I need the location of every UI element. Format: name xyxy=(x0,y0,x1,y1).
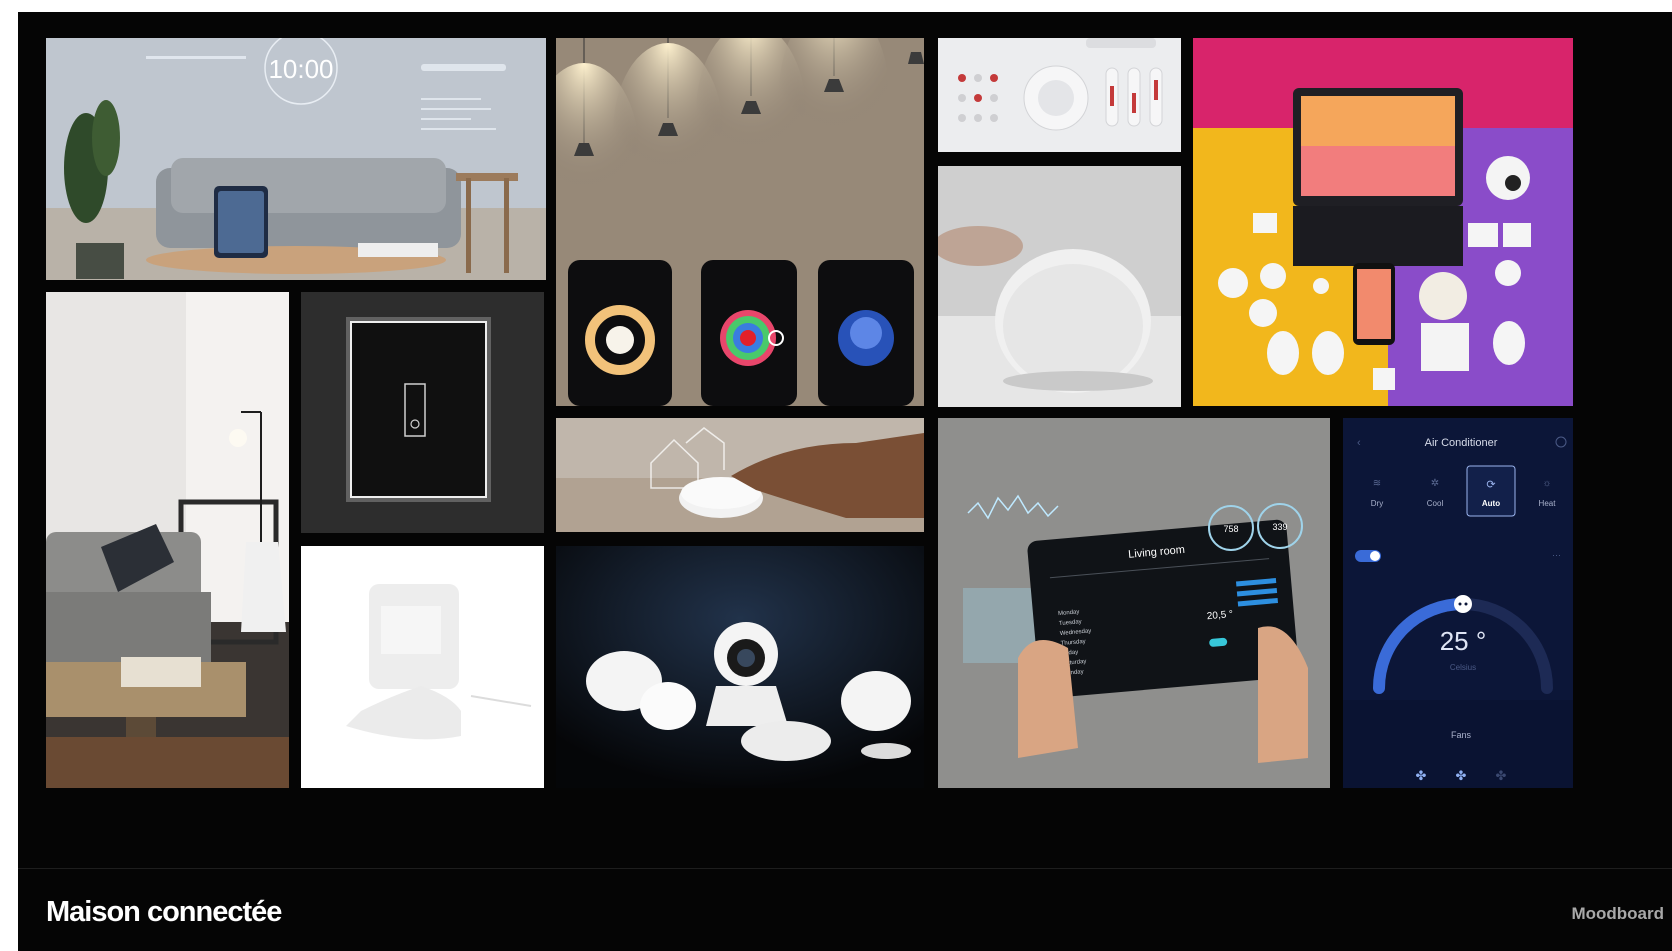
sun-icon: ☼ xyxy=(1542,478,1551,489)
living-room-lamp-photo xyxy=(46,292,289,788)
more-icon: ⋯ xyxy=(1552,550,1561,560)
mode-auto[interactable]: ⟳ Auto xyxy=(1466,465,1516,517)
fans-label: Fans xyxy=(1451,730,1472,740)
white-sensor-photo xyxy=(301,546,544,788)
camera-and-bulbs-photo xyxy=(556,546,924,788)
living-room-tablet-photo: 10:00 xyxy=(46,38,546,280)
air-conditioner-app: Air Conditioner ‹ ≋ Dry ✲ Cool ⟳ Auto ☼ … xyxy=(1343,418,1573,788)
board-title: Maison connectée xyxy=(46,896,282,928)
moodboard: 10:00 Living room Monday Tuesday Wednesd… xyxy=(18,12,1672,951)
living-room-app-photo: Living room Monday Tuesday Wednesday Thu… xyxy=(938,418,1330,788)
mode-heat[interactable]: ☼ Heat xyxy=(1539,478,1557,508)
fan-speed-2-icon[interactable]: ✤ xyxy=(1456,768,1467,783)
smart-devices-flatlay-photo xyxy=(1193,38,1573,406)
board-label: Moodboard xyxy=(1571,904,1664,923)
snowflake-icon: ✲ xyxy=(1431,478,1439,489)
readout-2: 339 xyxy=(1272,522,1287,532)
dry-icon: ≋ xyxy=(1373,478,1381,489)
smart-speaker-photo xyxy=(938,166,1181,407)
power-toggle[interactable] xyxy=(1355,550,1381,562)
ac-title: Air Conditioner xyxy=(1425,437,1498,449)
black-touch-switch-photo xyxy=(301,292,544,533)
white-control-panel-photo xyxy=(938,38,1181,152)
mode-cool-label: Cool xyxy=(1427,499,1444,508)
mode-heat-label: Heat xyxy=(1539,499,1557,508)
back-chevron-icon: ‹ xyxy=(1357,437,1361,449)
mode-dry-label: Dry xyxy=(1371,499,1383,508)
pendant-lights-phones-photo xyxy=(556,38,924,406)
temperature-unit: Celsius xyxy=(1450,663,1476,672)
mode-auto-label: Auto xyxy=(1482,499,1500,508)
fan-speed-3-icon[interactable]: ✤ xyxy=(1496,768,1507,783)
temperature-knob[interactable] xyxy=(1454,595,1472,613)
mode-cool[interactable]: ✲ Cool xyxy=(1427,478,1444,508)
fan-speed-1-icon[interactable]: ✤ xyxy=(1416,768,1427,783)
temperature-value: 25 ° xyxy=(1440,626,1487,656)
setpoint-text: 20,5 ° xyxy=(1206,609,1233,622)
mode-dry[interactable]: ≋ Dry xyxy=(1371,478,1383,508)
footer-divider xyxy=(18,868,1672,869)
readout-1: 758 xyxy=(1223,524,1238,534)
clock-text: 10:00 xyxy=(268,54,333,84)
auto-icon: ⟳ xyxy=(1486,479,1495,491)
smart-button-touch-photo xyxy=(556,418,924,532)
